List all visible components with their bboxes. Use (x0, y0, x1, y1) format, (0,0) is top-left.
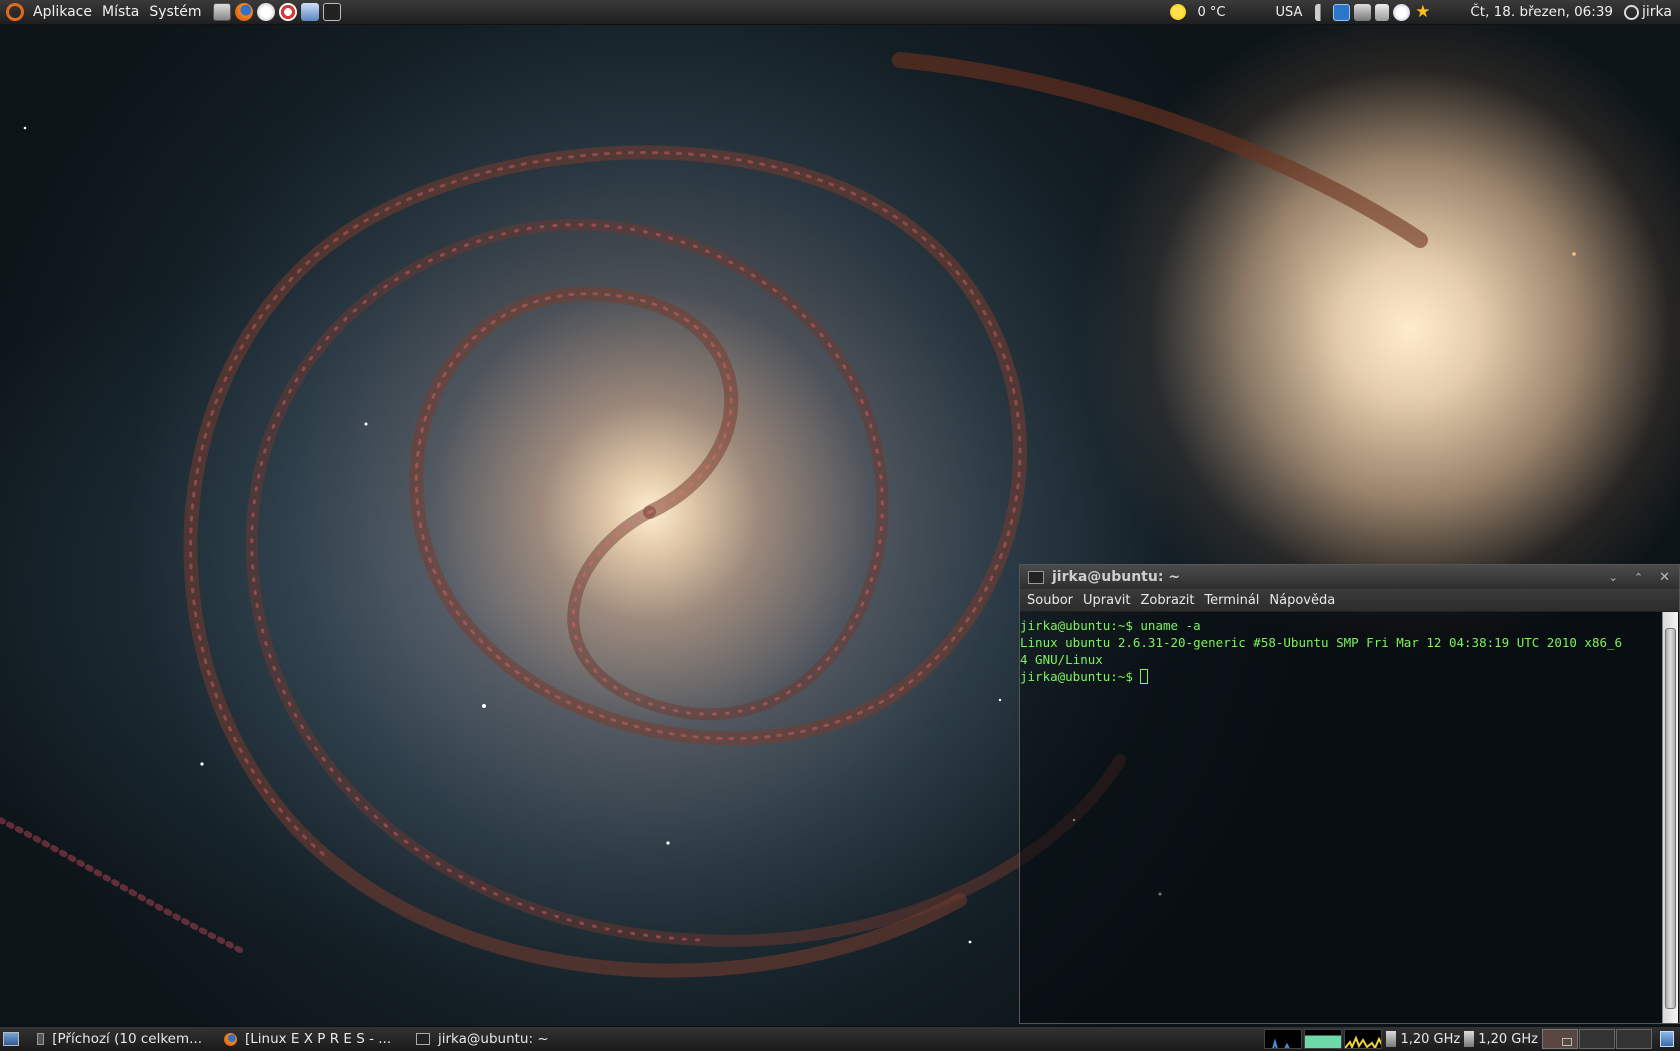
clock[interactable]: Čt, 18. březen, 06:39 (1465, 4, 1618, 20)
maximize-icon[interactable]: ⌃ (1634, 571, 1643, 584)
bluetooth-icon[interactable] (1333, 3, 1351, 21)
star-icon[interactable]: ★ (1414, 3, 1431, 21)
calculator-icon[interactable] (212, 3, 231, 21)
firefox-icon[interactable] (234, 3, 253, 21)
volume-icon[interactable] (1315, 3, 1330, 21)
menu-places[interactable]: Místa (97, 4, 144, 20)
memory-graph[interactable] (1304, 1029, 1343, 1049)
user-name[interactable]: jirka (1639, 4, 1680, 20)
workspace-2[interactable] (1579, 1029, 1615, 1049)
show-desktop-icon[interactable] (3, 1032, 19, 1046)
mail-icon[interactable] (256, 3, 275, 21)
menu-applications[interactable]: Aplikace (28, 4, 97, 20)
task-mail-label: [Příchozí (10 celkem... (52, 1031, 202, 1047)
cpu-freq-2[interactable]: 1,20 GHz (1478, 1032, 1538, 1047)
terminal-menubar: Soubor Upravit Zobrazit Terminál Nápověd… (1020, 589, 1679, 612)
terminal-line: Linux ubuntu 2.6.31-20-generic #58-Ubunt… (1020, 635, 1623, 650)
workspace-switcher[interactable] (1542, 1029, 1578, 1049)
terminal-icon (416, 1033, 430, 1045)
terminal-line: 4 GNU/Linux (1020, 652, 1103, 667)
close-icon[interactable]: ✕ (1659, 570, 1670, 585)
ubuntu-logo-icon[interactable] (6, 3, 24, 21)
terminal-icon[interactable] (322, 3, 341, 21)
cpu-graph[interactable] (1264, 1029, 1303, 1049)
task-firefox-label: [Linux E X P R E S - ... (245, 1031, 392, 1047)
menu-help[interactable]: Nápověda (1269, 593, 1335, 608)
top-panel: Aplikace Místa Systém 0 °C USA ★ Čt, 18.… (0, 0, 1680, 25)
network-graph[interactable] (1344, 1029, 1383, 1049)
keyboard-layout[interactable]: USA (1270, 5, 1307, 20)
task-firefox[interactable]: [Linux E X P R E S - ... (218, 1028, 405, 1050)
network-icon[interactable] (300, 3, 319, 21)
scrollbar-thumb[interactable] (1665, 628, 1676, 1009)
task-terminal[interactable]: jirka@ubuntu: ~ (410, 1028, 555, 1050)
cpu-freq-icon[interactable] (1464, 1031, 1475, 1047)
terminal-window[interactable]: jirka@ubuntu: ~ ⌄ ⌃ ✕ Soubor Upravit Zob… (1019, 564, 1680, 1024)
terminal-output[interactable]: jirka@ubuntu:~$ uname -a Linux ubuntu 2.… (1020, 612, 1663, 1023)
trash-icon[interactable] (1660, 1031, 1674, 1047)
bottom-panel: [Příchozí (10 celkem... [Linux E X P R E… (0, 1026, 1680, 1051)
workspace-3[interactable] (1616, 1029, 1652, 1049)
terminal-scrollbar[interactable] (1662, 612, 1678, 1023)
cpu-freq-icon[interactable] (1386, 1031, 1397, 1047)
minimize-icon[interactable]: ⌄ (1609, 571, 1618, 584)
firefox-icon (224, 1032, 237, 1046)
mail-envelope-icon (37, 1033, 45, 1045)
menu-terminal[interactable]: Terminál (1204, 593, 1259, 608)
display-icon[interactable] (1354, 3, 1372, 21)
help-icon[interactable] (278, 3, 297, 21)
workspace-window-thumb (1562, 1038, 1572, 1046)
terminal-prompt: jirka@ubuntu:~$ (1020, 669, 1141, 684)
menu-file[interactable]: Soubor (1027, 593, 1073, 608)
terminal-window-icon (1028, 570, 1044, 584)
weather-temperature[interactable]: 0 °C (1192, 5, 1230, 20)
terminal-line: jirka@ubuntu:~$ uname -a (1020, 618, 1201, 633)
power-icon[interactable] (1375, 3, 1390, 21)
terminal-titlebar[interactable]: jirka@ubuntu: ~ ⌄ ⌃ ✕ (1020, 565, 1679, 589)
menu-system[interactable]: Systém (144, 4, 206, 20)
task-terminal-label: jirka@ubuntu: ~ (438, 1031, 549, 1047)
menu-edit[interactable]: Upravit (1083, 593, 1130, 608)
terminal-cursor (1140, 669, 1149, 684)
menu-view[interactable]: Zobrazit (1140, 593, 1194, 608)
weather-sun-icon[interactable] (1170, 4, 1187, 20)
terminal-title: jirka@ubuntu: ~ (1052, 569, 1181, 585)
terminal-prompt-line: jirka@ubuntu:~$ (1020, 668, 1663, 685)
update-icon[interactable] (1393, 3, 1411, 21)
cpu-freq-1[interactable]: 1,20 GHz (1400, 1032, 1460, 1047)
task-mail[interactable]: [Příchozí (10 celkem... (31, 1028, 208, 1050)
shutdown-icon[interactable] (1624, 4, 1640, 20)
